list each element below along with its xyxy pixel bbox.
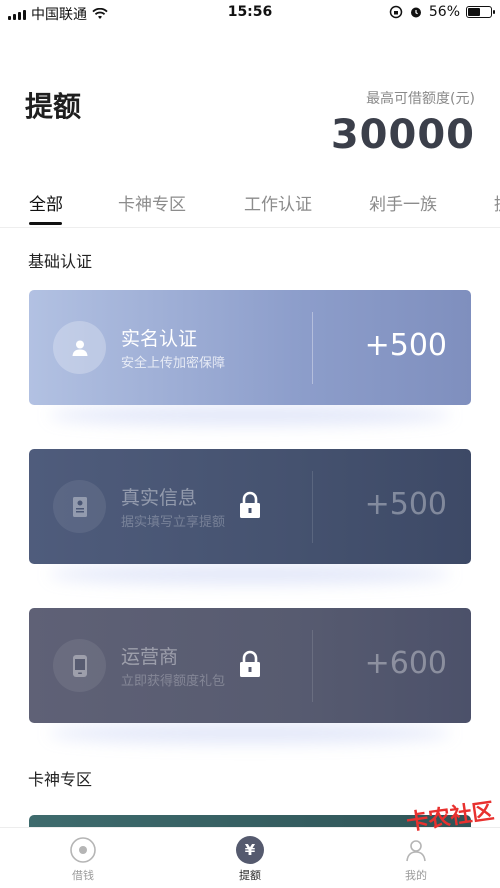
credit-limit-value: 30000 bbox=[330, 112, 475, 158]
card-bonus: +500 bbox=[364, 328, 447, 363]
tab-work-verification[interactable]: 工作认证 bbox=[244, 190, 312, 215]
card-bonus: +600 bbox=[364, 646, 447, 681]
battery-percent: 56% bbox=[428, 4, 460, 20]
card-divider bbox=[312, 471, 313, 543]
tab-shopaholic[interactable]: 剁手一族 bbox=[369, 190, 437, 215]
card-desc: 安全上传加密保障 bbox=[121, 356, 226, 371]
status-bar: 中国联通 15:56 56% bbox=[0, 0, 500, 26]
nav-item-loan[interactable]: 借钱 bbox=[43, 836, 123, 883]
card-name: 运营商 bbox=[121, 646, 179, 668]
status-right: 56% bbox=[389, 4, 495, 20]
nav-label: 我的 bbox=[405, 869, 427, 882]
bottom-nav: 借钱 ¥ 提额 我的 bbox=[0, 827, 500, 888]
card-name: 实名认证 bbox=[121, 328, 198, 350]
card-bonus: +500 bbox=[364, 487, 447, 522]
nav-label: 提额 bbox=[239, 869, 261, 882]
nav-item-raise-limit[interactable]: ¥ 提额 bbox=[210, 836, 290, 883]
credit-limit-label: 最高可借额度(元) bbox=[366, 91, 475, 107]
tab-more[interactable]: 提 bbox=[494, 190, 500, 215]
tab-all[interactable]: 全部 bbox=[29, 190, 63, 215]
section-title-card-god: 卡神专区 bbox=[28, 770, 93, 789]
page-title: 提额 bbox=[25, 90, 82, 123]
profile-icon bbox=[402, 836, 430, 864]
loan-icon bbox=[69, 836, 97, 864]
card-divider bbox=[312, 630, 313, 702]
tab-card-god[interactable]: 卡神专区 bbox=[118, 190, 186, 215]
category-tabs: 全部 卡神专区 工作认证 剁手一族 提 bbox=[0, 184, 500, 228]
id-card-icon bbox=[53, 480, 106, 533]
card-desc: 立即获得额度礼包 bbox=[121, 674, 226, 689]
section-title-basic: 基础认证 bbox=[28, 252, 93, 271]
lock-icon bbox=[238, 491, 262, 523]
nav-label: 借钱 bbox=[72, 869, 94, 882]
lock-icon bbox=[238, 650, 262, 682]
nav-item-profile[interactable]: 我的 bbox=[376, 836, 456, 883]
rotation-lock-icon bbox=[389, 5, 403, 19]
user-icon bbox=[53, 321, 106, 374]
battery-icon bbox=[466, 6, 495, 18]
card-carrier[interactable]: 运营商 立即获得额度礼包 +600 bbox=[29, 608, 471, 743]
card-name: 真实信息 bbox=[121, 487, 198, 509]
alarm-icon bbox=[410, 7, 421, 18]
card-real-name[interactable]: 实名认证 安全上传加密保障 +500 bbox=[29, 290, 471, 425]
phone-icon bbox=[53, 639, 106, 692]
card-desc: 据实填写立享提额 bbox=[121, 515, 226, 530]
yuan-icon: ¥ bbox=[236, 836, 264, 864]
card-divider bbox=[312, 312, 313, 384]
active-tab-indicator bbox=[29, 222, 62, 225]
card-real-info[interactable]: 真实信息 据实填写立享提额 +500 bbox=[29, 449, 471, 584]
